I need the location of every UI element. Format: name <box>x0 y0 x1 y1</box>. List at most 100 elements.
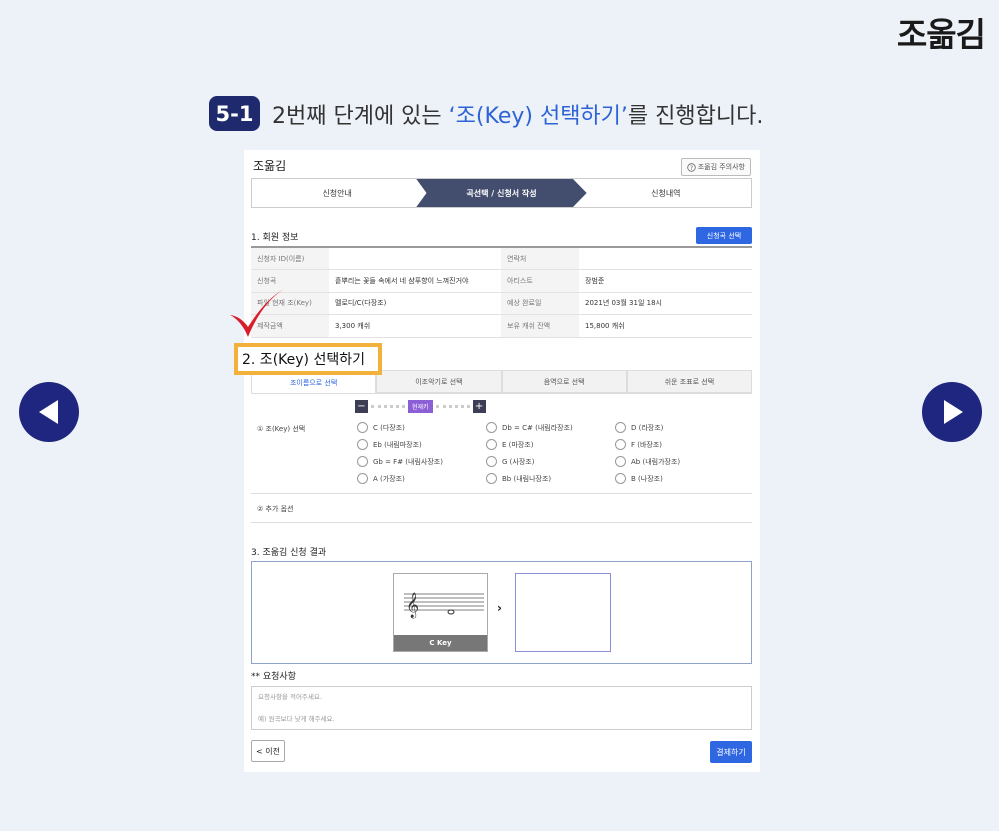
arrow-right-icon: › <box>497 601 502 615</box>
member-info-table: 신청자 ID(이름) 연락처 신청곡 흩뿌리는 꽃들 속에서 네 샴푸향이 느껴… <box>251 246 752 338</box>
step-instruction: 5-1 2번째 단계에 있는 ‘조(Key) 선택하기’를 진행합니다. <box>209 96 763 131</box>
key-option-label: F (바장조) <box>631 440 663 449</box>
key-option[interactable]: E (마장조) <box>486 439 533 450</box>
radio-circle[interactable] <box>486 456 497 467</box>
request-placeholder-line2: 예) 원곡보다 낮게 해주세요. <box>258 715 335 723</box>
radio-circle[interactable] <box>615 473 626 484</box>
radio-circle[interactable] <box>357 439 368 450</box>
key-option[interactable]: Bb (내림나장조) <box>486 473 551 484</box>
key-option-label: Bb (내림나장조) <box>502 474 552 483</box>
key-stepper: − 현재키 + <box>355 400 486 413</box>
next-slide-button[interactable] <box>922 382 982 442</box>
table-row: 제작금액 3,300 캐쉬 보유 캐쉬 잔액 15,800 캐쉬 <box>251 314 752 338</box>
info-value: 15,800 캐쉬 <box>579 314 752 338</box>
section-member-info-title: 1. 회원 정보 <box>251 233 299 243</box>
app-screenshot-panel: 조옮김 ? 조옮김 주의사항 신청안내 곡선택 / 신청서 작성 신청내역 1.… <box>230 150 760 772</box>
key-option[interactable]: Eb (내림마장조) <box>357 439 422 450</box>
key-option-label: B (나장조) <box>631 474 663 483</box>
info-label: 보유 캐쉬 잔액 <box>501 314 579 338</box>
info-label: 아티스트 <box>501 269 579 293</box>
key-down-button[interactable]: − <box>355 400 368 413</box>
original-key-card: 𝄞 C Key <box>393 573 488 652</box>
request-placeholder-line1: 요청사항을 적어주세요. <box>258 693 322 701</box>
svg-text:𝄞: 𝄞 <box>406 592 419 618</box>
tab-easy-key-signature[interactable]: 쉬운 조표로 선택 <box>626 370 752 393</box>
info-value <box>329 247 501 270</box>
step-text-after: 를 진행합니다. <box>627 103 764 129</box>
radio-circle[interactable] <box>615 439 626 450</box>
info-value: 2021년 03월 31일 18시 <box>579 292 752 315</box>
radio-circle[interactable] <box>357 456 368 467</box>
step-history: 신청내역 <box>651 188 681 198</box>
key-option-label: C (다장조) <box>373 423 405 432</box>
key-select-label: ① 조(Key) 선택 <box>257 425 306 433</box>
divider <box>251 493 752 494</box>
key-option[interactable]: G (사장조) <box>486 456 534 467</box>
key-option-label: Gb = F# (내림사장조) <box>373 457 443 466</box>
step-text-highlight: ‘조(Key) 선택하기’ <box>448 103 628 129</box>
key-option[interactable]: C (다장조) <box>357 422 405 433</box>
extra-option-label: ② 추가 옵션 <box>257 505 294 513</box>
key-option[interactable]: Db = C# (내림라장조) <box>486 422 573 433</box>
prev-button[interactable]: < 이전 <box>251 740 285 762</box>
notice-button[interactable]: ? 조옮김 주의사항 <box>680 158 751 176</box>
progress-steps: 신청안내 곡선택 / 신청서 작성 신청내역 <box>251 178 752 208</box>
radio-circle[interactable] <box>486 473 497 484</box>
info-label: 예상 완료일 <box>501 292 579 315</box>
divider <box>251 522 752 523</box>
current-key-badge: 현재키 <box>408 400 433 413</box>
panel-title: 조옮김 <box>253 159 287 173</box>
info-label: 연락처 <box>501 247 579 270</box>
key-option-label: D (라장조) <box>631 423 664 432</box>
pay-button[interactable]: 결제하기 <box>710 741 752 763</box>
key-option[interactable]: B (나장조) <box>615 473 663 484</box>
question-circle-icon: ? <box>686 162 696 172</box>
tab-transposing-instrument[interactable]: 이조악기로 선택 <box>376 370 502 393</box>
key-option-label: G (사장조) <box>502 457 535 466</box>
info-value: 3,300 캐쉬 <box>329 314 501 338</box>
triangle-left-icon <box>39 400 58 424</box>
key-option[interactable]: D (라장조) <box>615 422 663 433</box>
table-row: 신청곡 흩뿌리는 꽃들 속에서 네 샴푸향이 느껴진거야 아티스트 장범준 <box>251 269 752 293</box>
table-row: 신청자 ID(이름) 연락처 <box>251 247 752 270</box>
triangle-right-icon <box>944 400 963 424</box>
svg-text:?: ? <box>690 165 693 172</box>
key-option[interactable]: A (가장조) <box>357 473 405 484</box>
key-up-button[interactable]: + <box>472 400 486 413</box>
radio-circle[interactable] <box>486 422 497 433</box>
step-guide: 신청안내 <box>322 188 352 198</box>
table-row: 파일 현재 조(Key) 멜로디/C(다장조) 예상 완료일 2021년 03월… <box>251 292 752 315</box>
step-song-select: 곡선택 / 신청서 작성 <box>416 179 587 207</box>
previous-slide-button[interactable] <box>19 382 79 442</box>
key-option-label: Eb (내림마장조) <box>373 440 422 449</box>
music-staff-icon: 𝄞 <box>404 592 484 618</box>
radio-circle[interactable] <box>615 456 626 467</box>
notice-button-label: 조옮김 주의사항 <box>697 163 745 171</box>
radio-circle[interactable] <box>615 422 626 433</box>
key-option[interactable]: F (바장조) <box>615 439 662 450</box>
key-option-label: A (가장조) <box>373 474 405 483</box>
radio-circle[interactable] <box>486 439 497 450</box>
select-song-button[interactable]: 신청곡 선택 <box>696 227 752 244</box>
target-key-card <box>515 573 611 652</box>
info-value: 멜로디/C(다장조) <box>329 292 501 315</box>
request-title: ** 요청사항 <box>251 672 296 682</box>
step-badge: 5-1 <box>209 96 260 131</box>
request-textarea[interactable]: 요청사항을 적어주세요. 예) 원곡보다 낮게 해주세요. <box>251 686 752 730</box>
step-text-before: 2번째 단계에 있는 <box>272 103 449 129</box>
key-option-label: E (마장조) <box>502 440 534 449</box>
key-select-highlight: 2. 조(Key) 선택하기 <box>234 343 382 375</box>
info-label: 신청자 ID(이름) <box>251 247 329 270</box>
key-option[interactable]: Ab (내림가장조) <box>615 456 680 467</box>
radio-circle[interactable] <box>357 422 368 433</box>
radio-circle[interactable] <box>357 473 368 484</box>
stepper-track <box>371 405 405 408</box>
key-option-label: Db = C# (내림라장조) <box>502 423 573 432</box>
tab-vocal-range[interactable]: 음역으로 선택 <box>501 370 627 393</box>
section-result-title: 3. 조옮김 신청 결과 <box>251 548 327 558</box>
stepper-track <box>435 405 470 408</box>
key-option-label: Ab (내림가장조) <box>631 457 681 466</box>
brand-logo: 조옮김 <box>896 15 986 54</box>
step-text: 2번째 단계에 있는 ‘조(Key) 선택하기’를 진행합니다. <box>272 98 763 130</box>
key-option[interactable]: Gb = F# (내림사장조) <box>357 456 443 467</box>
